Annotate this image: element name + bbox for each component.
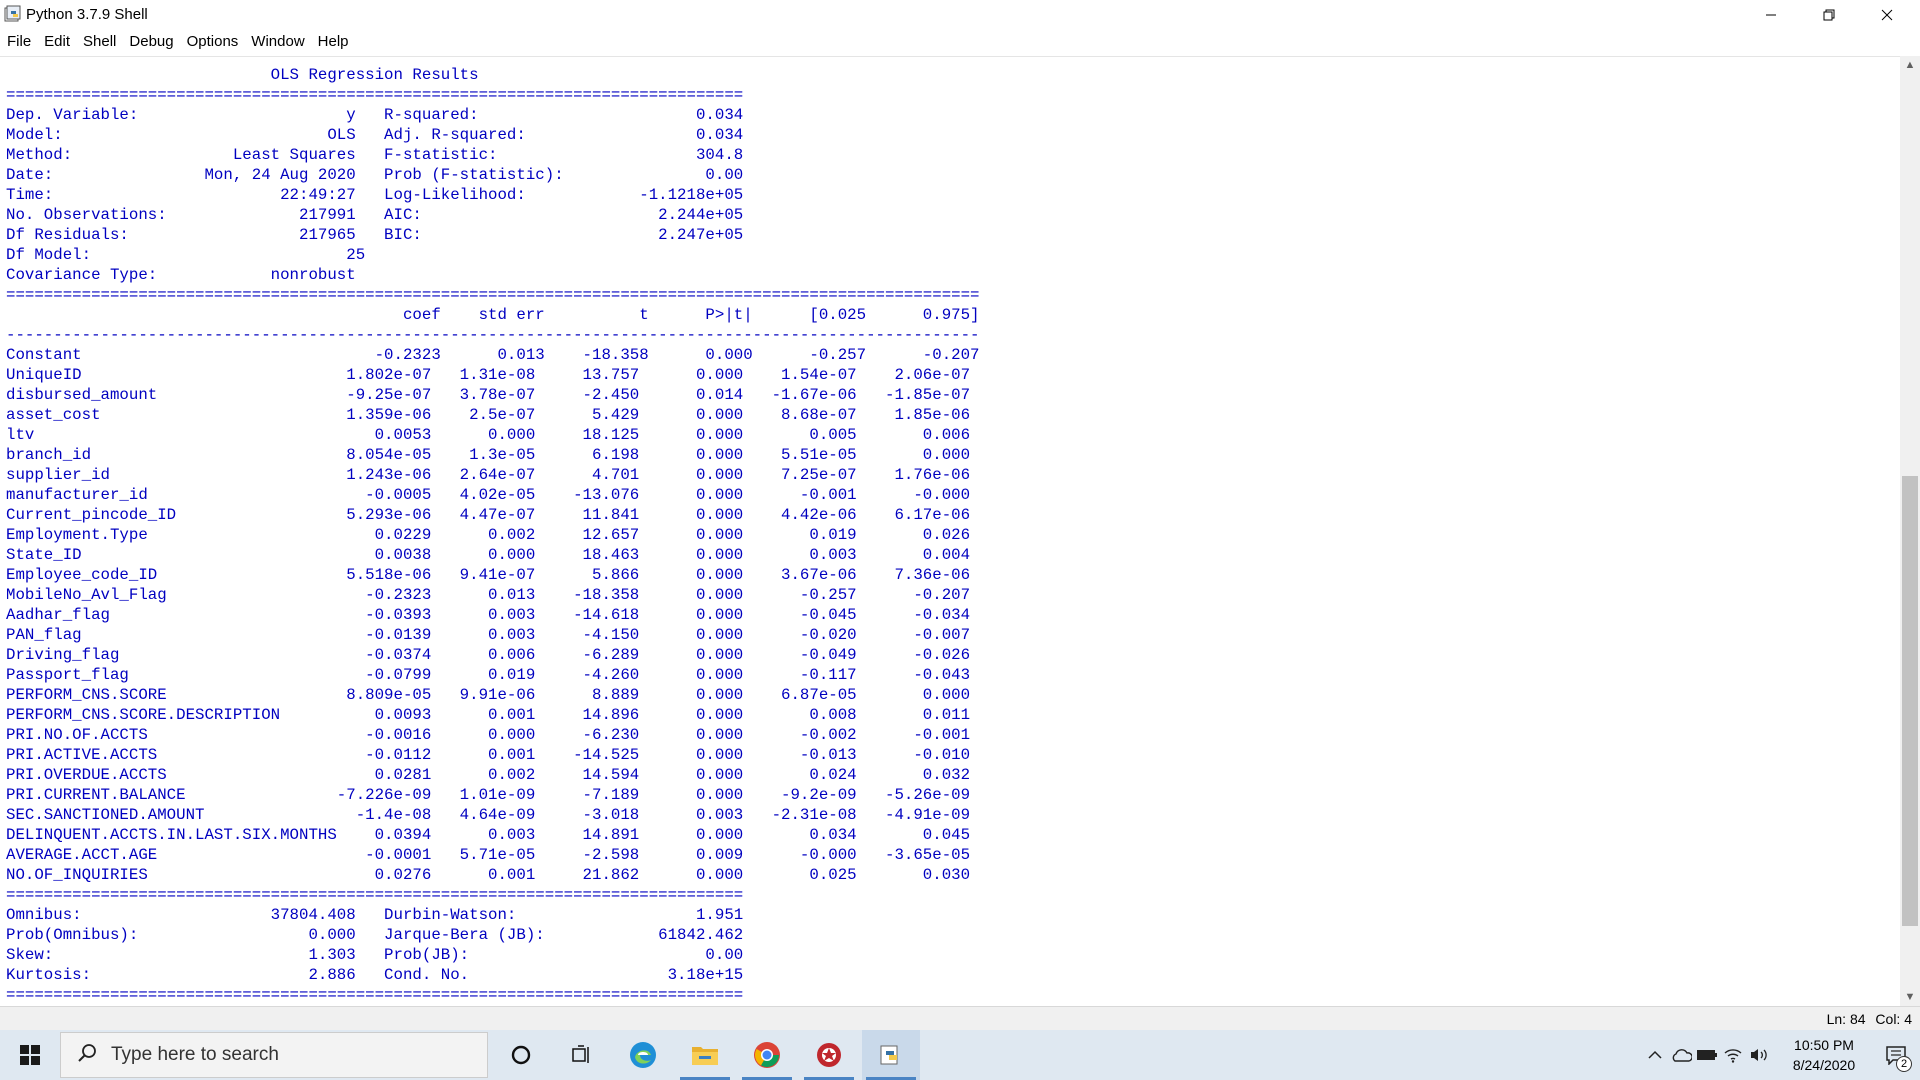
windows-start-icon[interactable] <box>0 1030 60 1080</box>
chevron-up-icon[interactable] <box>1642 1030 1668 1080</box>
scroll-down-arrow-icon[interactable]: ▼ <box>1900 988 1920 1006</box>
search-placeholder: Type here to search <box>111 1044 279 1065</box>
shell-line: Aadhar_flag -0.0393 0.003 -14.618 0.000 … <box>6 606 971 624</box>
restore-button[interactable] <box>1800 0 1858 30</box>
minimize-button[interactable] <box>1742 0 1800 30</box>
battery-icon[interactable] <box>1694 1030 1720 1080</box>
menu-bar: File Edit Shell Debug Options Window Hel… <box>0 31 1920 53</box>
close-button[interactable] <box>1858 0 1916 30</box>
shell-line: Df Model: 25 <box>6 246 753 264</box>
menu-debug[interactable]: Debug <box>122 31 179 53</box>
shell-text-area[interactable]: OLS Regression Results =================… <box>0 56 1900 1006</box>
shell-line: Passport_flag -0.0799 0.019 -4.260 0.000… <box>6 666 971 684</box>
line-number: Ln: 84 <box>1826 1011 1866 1027</box>
taskbar: Type here to search 10:50 PM 8/24/2020 2 <box>0 1030 1920 1080</box>
shell-line: Employment.Type 0.0229 0.002 12.657 0.00… <box>6 526 971 544</box>
shell-line: Prob(Omnibus): 0.000 Jarque-Bera (JB): 6… <box>6 926 744 944</box>
status-bar: Ln: 84 Col: 4 <box>0 1006 1920 1030</box>
notification-count-badge: 2 <box>1896 1056 1912 1072</box>
shell-output: OLS Regression Results =================… <box>6 65 980 1005</box>
menu-file[interactable]: File <box>0 31 37 53</box>
menu-help[interactable]: Help <box>311 31 355 53</box>
title-bar: Python 3.7.9 Shell <box>0 0 1920 30</box>
shell-line: UniqueID 1.802e-07 1.31e-08 13.757 0.000… <box>6 366 971 384</box>
shell-line: Kurtosis: 2.886 Cond. No. 3.18e+15 <box>6 966 744 984</box>
shell-line: PRI.ACTIVE.ACCTS -0.0112 0.001 -14.525 0… <box>6 746 971 764</box>
shell-line: coef std err t P>|t| [0.025 0.975] <box>6 306 980 324</box>
shell-line: SEC.SANCTIONED.AMOUNT -1.4e-08 4.64e-09 … <box>6 806 971 824</box>
shell-line: ========================================… <box>6 886 744 904</box>
shell-line: manufacturer_id -0.0005 4.02e-05 -13.076… <box>6 486 971 504</box>
shell-line: Constant -0.2323 0.013 -18.358 0.000 -0.… <box>6 346 980 364</box>
column-number: Col: 4 <box>1875 1011 1912 1027</box>
shell-line: ========================================… <box>6 286 980 304</box>
app-icon-red[interactable] <box>800 1030 858 1080</box>
volume-icon[interactable] <box>1746 1030 1772 1080</box>
menu-edit[interactable]: Edit <box>37 31 76 53</box>
shell-line: PERFORM_CNS.SCORE.DESCRIPTION 0.0093 0.0… <box>6 706 971 724</box>
cortana-icon[interactable] <box>492 1030 550 1080</box>
shell-line: disbursed_amount -9.25e-07 3.78e-07 -2.4… <box>6 386 971 404</box>
shell-line: Driving_flag -0.0374 0.006 -6.289 0.000 … <box>6 646 971 664</box>
file-explorer-icon[interactable] <box>676 1030 734 1080</box>
vertical-scrollbar[interactable]: ▲ ▼ <box>1900 56 1920 1006</box>
shell-line: PRI.CURRENT.BALANCE -7.226e-09 1.01e-09 … <box>6 786 971 804</box>
shell-line: AVERAGE.ACCT.AGE -0.0001 5.71e-05 -2.598… <box>6 846 971 864</box>
shell-line: asset_cost 1.359e-06 2.5e-07 5.429 0.000… <box>6 406 971 424</box>
shell-line: ========================================… <box>6 986 744 1004</box>
taskbar-search-box[interactable]: Type here to search <box>60 1032 488 1078</box>
edge-icon[interactable] <box>614 1030 672 1080</box>
shell-line: Model: OLS Adj. R-squared: 0.034 <box>6 126 744 144</box>
shell-line: OLS Regression Results <box>6 66 744 84</box>
shell-line: Df Residuals: 217965 BIC: 2.247e+05 <box>6 226 744 244</box>
shell-line: PERFORM_CNS.SCORE 8.809e-05 9.91e-06 8.8… <box>6 686 971 704</box>
shell-line: State_ID 0.0038 0.000 18.463 0.000 0.003… <box>6 546 971 564</box>
shell-line: ltv 0.0053 0.000 18.125 0.000 0.005 0.00… <box>6 426 971 444</box>
scroll-up-arrow-icon[interactable]: ▲ <box>1900 56 1920 74</box>
shell-line: Skew: 1.303 Prob(JB): 0.00 <box>6 946 744 964</box>
shell-line: MobileNo_Avl_Flag -0.2323 0.013 -18.358 … <box>6 586 971 604</box>
shell-line: Omnibus: 37804.408 Durbin-Watson: 1.951 <box>6 906 744 924</box>
shell-line: NO.OF_INQUIRIES 0.0276 0.001 21.862 0.00… <box>6 866 971 884</box>
menu-window[interactable]: Window <box>244 31 310 53</box>
menu-shell[interactable]: Shell <box>76 31 122 53</box>
shell-line: branch_id 8.054e-05 1.3e-05 6.198 0.000 … <box>6 446 971 464</box>
shell-line: PRI.OVERDUE.ACCTS 0.0281 0.002 14.594 0.… <box>6 766 971 784</box>
clock-time: 10:50 PM <box>1794 1037 1854 1053</box>
shell-line: Method: Least Squares F-statistic: 304.8 <box>6 146 744 164</box>
window-title: Python 3.7.9 Shell <box>26 6 148 23</box>
task-view-icon[interactable] <box>552 1030 610 1080</box>
cursor-position: Ln: 84 Col: 4 <box>1821 1011 1912 1027</box>
shell-line: Date: Mon, 24 Aug 2020 Prob (F-statistic… <box>6 166 744 184</box>
shell-line: Time: 22:49:27 Log-Likelihood: -1.1218e+… <box>6 186 744 204</box>
chrome-icon[interactable] <box>738 1030 796 1080</box>
shell-line: ----------------------------------------… <box>6 326 980 344</box>
shell-line: Covariance Type: nonrobust <box>6 266 744 284</box>
wifi-icon[interactable] <box>1720 1030 1746 1080</box>
python-idle-icon <box>4 5 22 23</box>
menu-options[interactable]: Options <box>180 31 245 53</box>
shell-line: No. Observations: 217991 AIC: 2.244e+05 <box>6 206 744 224</box>
shell-line: ========================================… <box>6 86 744 104</box>
system-tray: 10:50 PM 8/24/2020 2 <box>1642 1030 1920 1080</box>
shell-line: Current_pincode_ID 5.293e-06 4.47e-07 11… <box>6 506 971 524</box>
shell-line: Employee_code_ID 5.518e-06 9.41e-07 5.86… <box>6 566 971 584</box>
python-idle-taskbar-icon[interactable] <box>862 1030 920 1080</box>
shell-line: supplier_id 1.243e-06 2.64e-07 4.701 0.0… <box>6 466 971 484</box>
scroll-thumb[interactable] <box>1902 476 1918 926</box>
shell-line: DELINQUENT.ACCTS.IN.LAST.SIX.MONTHS 0.03… <box>6 826 971 844</box>
notification-center-icon[interactable]: 2 <box>1872 1030 1920 1080</box>
shell-line: PRI.NO.OF.ACCTS -0.0016 0.000 -6.230 0.0… <box>6 726 971 744</box>
taskbar-clock[interactable]: 10:50 PM 8/24/2020 <box>1776 1035 1872 1075</box>
onedrive-cloud-icon[interactable] <box>1668 1030 1694 1080</box>
search-icon <box>77 1043 97 1068</box>
shell-line: Dep. Variable: y R-squared: 0.034 <box>6 106 744 124</box>
shell-line: PAN_flag -0.0139 0.003 -4.150 0.000 -0.0… <box>6 626 971 644</box>
clock-date: 8/24/2020 <box>1792 1057 1856 1073</box>
